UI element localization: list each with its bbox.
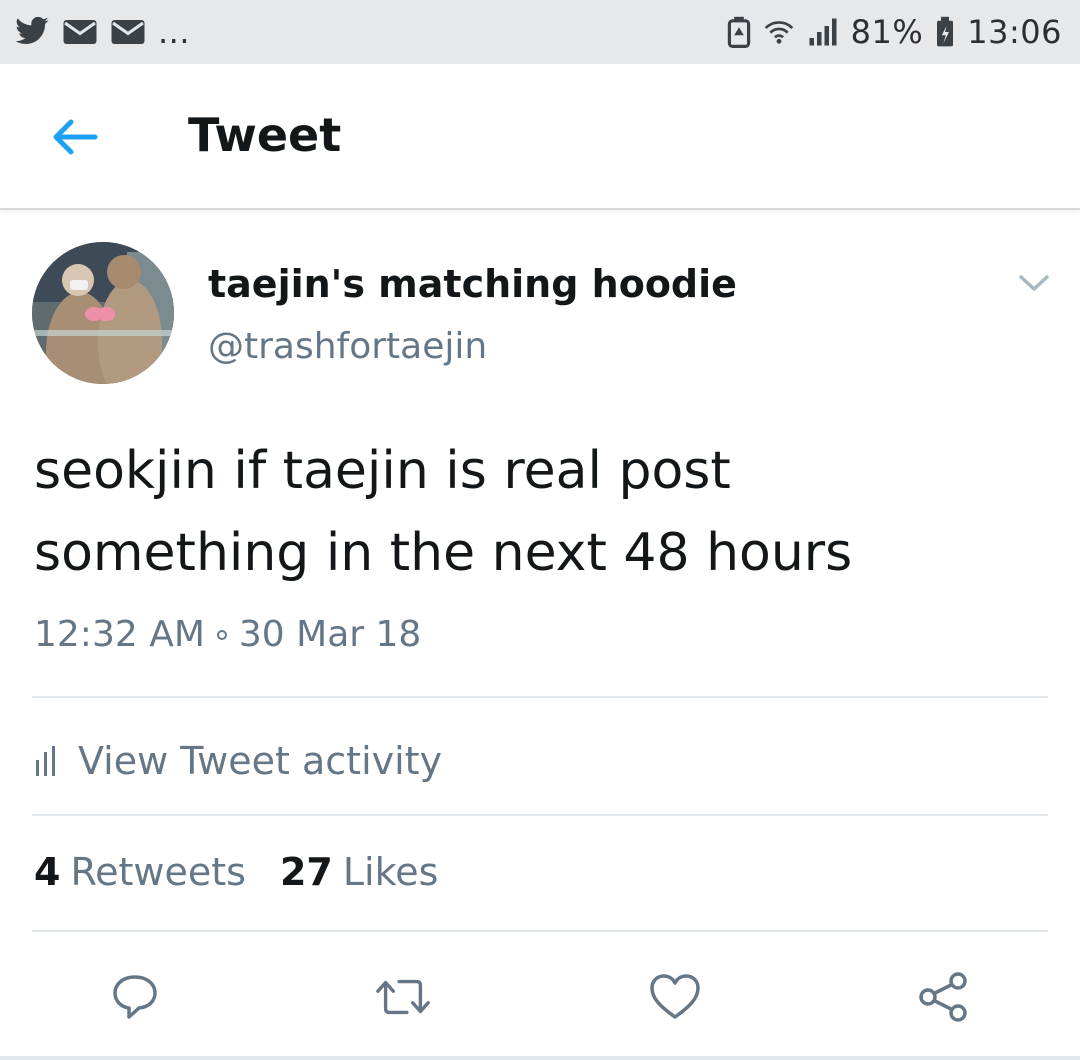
divider [32, 696, 1048, 698]
bar-chart-icon [36, 746, 55, 776]
notification-icons: ... [14, 13, 190, 51]
tweet-text: seokjin if taejin is real post something… [34, 430, 1044, 594]
retweets-count: 4 [34, 850, 61, 894]
separator-dot [216, 629, 227, 640]
heart-icon [650, 974, 700, 1019]
share-button[interactable] [914, 968, 972, 1026]
reply-button[interactable] [106, 968, 164, 1026]
retweet-icon [376, 979, 430, 1015]
reply-icon [113, 975, 157, 1019]
battery-saver-icon [727, 16, 751, 48]
tweet-text-line: something in the next 48 hours [34, 523, 853, 583]
likes-label: Likes [342, 850, 439, 894]
likes-count: 27 [279, 850, 333, 894]
chevron-down-icon [1019, 275, 1049, 291]
twitter-bird-icon [14, 17, 50, 47]
tweet-action-bar [0, 960, 1080, 1030]
likes-count-link[interactable]: 27 Likes [280, 850, 438, 894]
engagement-counts: 4 Retweets 27 Likes [34, 850, 438, 894]
retweet-button[interactable] [374, 968, 432, 1026]
status-bar: ... 81% 13:06 [0, 0, 1080, 64]
bottom-divider [0, 1056, 1080, 1060]
more-icon: ... [158, 13, 191, 51]
back-button[interactable] [50, 114, 100, 160]
tweet-menu-button[interactable] [1014, 266, 1054, 300]
view-tweet-activity-link[interactable]: View Tweet activity [34, 734, 442, 788]
page-title: Tweet [188, 108, 342, 162]
tweet-time: 12:32 AM [34, 614, 205, 655]
tweet-timestamp: 12:32 AM 30 Mar 18 [34, 614, 421, 655]
tweet-text-line: seokjin if taejin is real post [34, 441, 731, 501]
battery-icon [935, 16, 955, 48]
like-button[interactable] [646, 968, 704, 1026]
divider [32, 930, 1048, 932]
system-icons: 81% 13:06 [727, 13, 1062, 51]
mail-icon [110, 18, 146, 46]
wifi-icon [763, 17, 795, 47]
divider [32, 814, 1048, 816]
app-bar: Tweet [0, 64, 1080, 210]
retweets-count-link[interactable]: 4 Retweets [34, 850, 246, 894]
signal-icon [807, 17, 839, 47]
author-display-name[interactable]: taejin's matching hoodie [208, 262, 737, 306]
author-handle[interactable]: @trashfortaejin [208, 326, 487, 367]
view-tweet-activity-label: View Tweet activity [78, 739, 443, 783]
share-icon [919, 972, 967, 1022]
arrow-left-icon [53, 119, 98, 155]
mail-icon [62, 18, 98, 46]
avatar[interactable] [32, 242, 174, 384]
retweets-label: Retweets [70, 850, 246, 894]
battery-percent: 81% [850, 13, 924, 51]
tweet-date: 30 Mar 18 [238, 614, 422, 655]
clock: 13:06 [967, 13, 1062, 51]
